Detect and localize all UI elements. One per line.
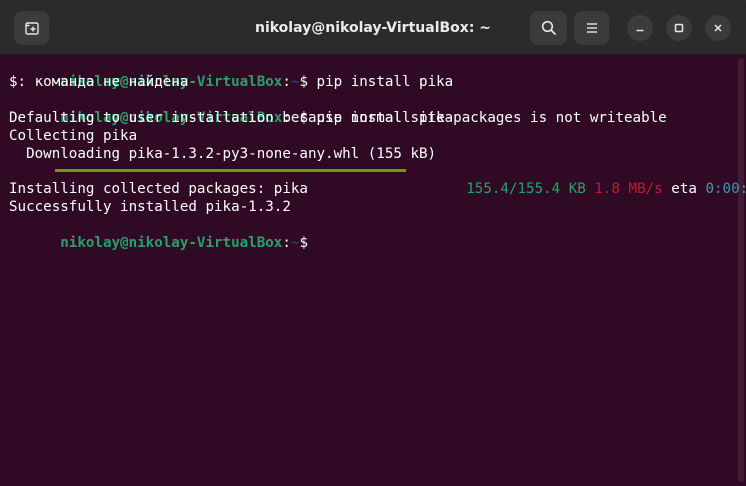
download-progress-bar: [55, 169, 406, 172]
progress-speed: 1.8 MB/s: [594, 181, 663, 197]
maximize-icon: [674, 23, 684, 33]
command-text: pip install pika: [307, 74, 454, 90]
terminal-line: Collecting pika: [9, 128, 138, 144]
progress-eta-label: eta: [671, 181, 697, 197]
prompt-colon: :: [282, 74, 291, 90]
new-tab-button[interactable]: [14, 11, 49, 45]
terminal-line: Successfully installed pika-1.3.2: [9, 199, 291, 215]
terminal-line: nikolay@nikolay-VirtualBox:~$: [9, 216, 308, 251]
minimize-button[interactable]: [627, 15, 653, 41]
search-icon: [541, 20, 556, 35]
terminal-line: nikolay@nikolay-VirtualBox:~$ pip instal…: [9, 55, 453, 90]
close-icon: [714, 24, 722, 32]
terminal-line: Downloading pika-1.3.2-py3-none-any.whl …: [9, 146, 437, 162]
hamburger-menu-icon: [586, 23, 597, 33]
terminal-line: Defaulting to user installation because …: [9, 110, 667, 126]
scrollbar[interactable]: [738, 58, 744, 482]
terminal-line: nikolay@nikolay-VirtualBox:~$ pip instal…: [9, 91, 453, 126]
terminal-line: $: команда не найдена: [9, 74, 189, 90]
new-tab-icon: [24, 22, 39, 35]
title-bar: nikolay@nikolay-VirtualBox: ~: [0, 0, 746, 55]
prompt-dollar: $: [299, 235, 308, 251]
terminal-line: Installing collected packages: pika: [9, 181, 308, 197]
menu-button[interactable]: [574, 11, 609, 45]
search-button[interactable]: [530, 11, 567, 45]
progress-size: 155.4/155.4 KB: [466, 181, 586, 197]
prompt-user: nikolay@nikolay-VirtualBox: [60, 235, 283, 251]
prompt-dollar: $: [299, 74, 308, 90]
progress-stats: 155.4/155.4 KB 1.8 MB/s eta 0:00:00: [415, 162, 746, 197]
minimize-icon: [636, 29, 644, 32]
close-button[interactable]: [705, 15, 731, 41]
terminal-output[interactable]: nikolay@nikolay-VirtualBox:~$ pip instal…: [0, 55, 746, 486]
terminal-window: nikolay@nikolay-VirtualBox: ~ nikolay@ni…: [0, 0, 746, 486]
prompt-colon: :: [282, 235, 291, 251]
maximize-button[interactable]: [666, 15, 692, 41]
